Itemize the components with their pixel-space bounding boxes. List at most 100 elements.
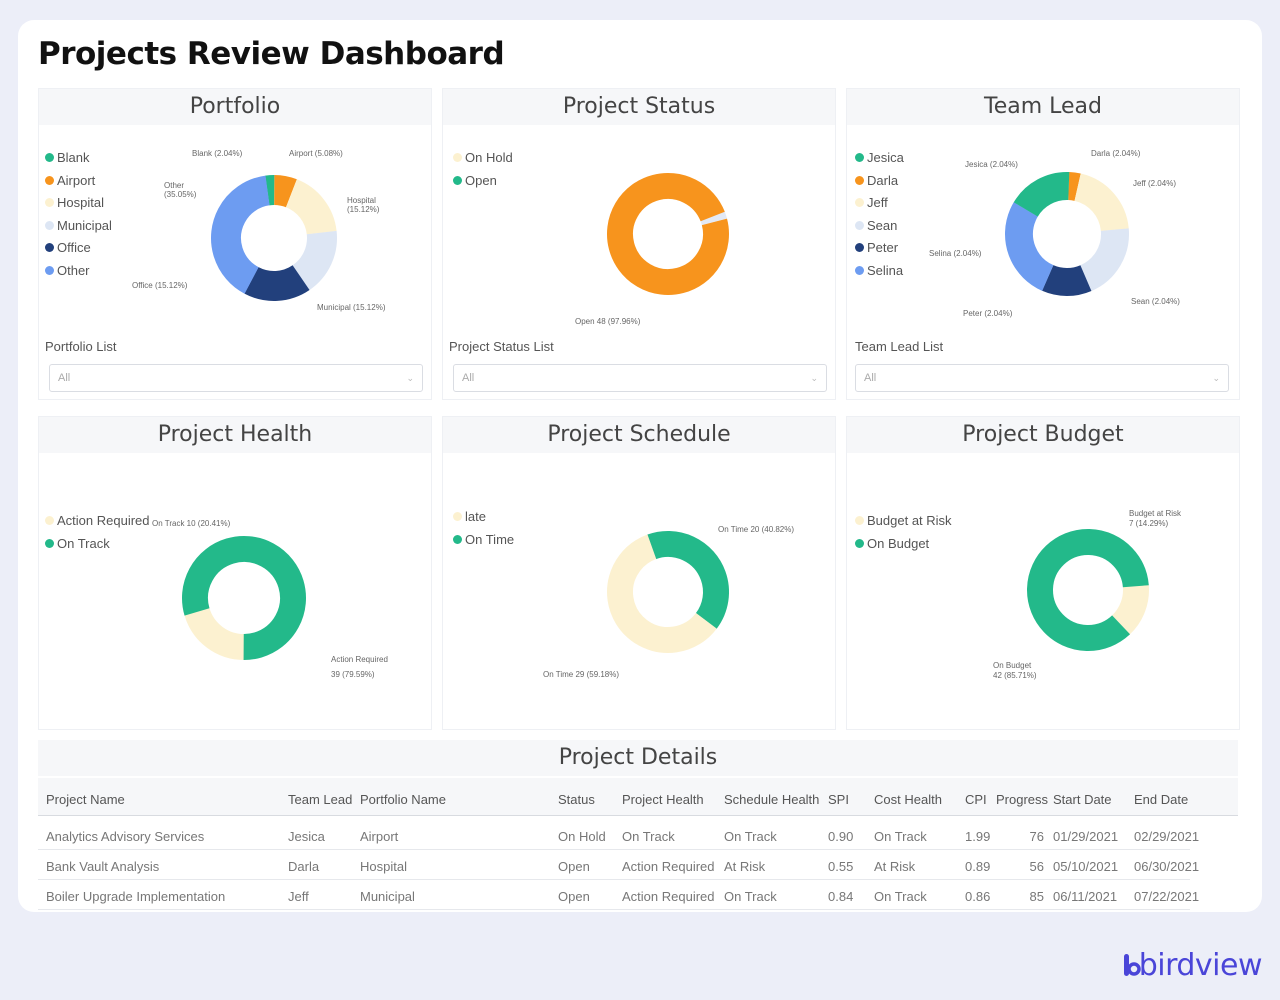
legend-swatch [855,198,864,207]
project-schedule-donut-chart [607,531,729,653]
legend-item[interactable]: Office [45,237,112,260]
table-cell: On Hold [558,829,606,844]
table-cell: Open [558,859,590,874]
legend-label: Selina [867,262,904,278]
legend-label: Darla [867,172,899,188]
column-header[interactable]: SPI [828,792,849,807]
project-budget-panel: Project Budget Budget at Risk On Budget … [846,416,1240,730]
column-header[interactable]: Progress [996,792,1048,807]
legend-swatch [855,175,864,185]
legend-item[interactable]: Darla [855,170,904,193]
table-cell: Hospital [360,859,407,874]
project-health-donut-chart [181,536,306,661]
chevron-down-icon: ⌄ [1212,373,1220,383]
legend-label: Sean [867,217,898,233]
legend-label: Open [465,172,497,188]
legend-label: Municipal [57,217,112,233]
legend-label: Peter [867,240,899,255]
legend-swatch [453,512,462,521]
column-header[interactable]: Project Health [622,792,704,807]
column-header[interactable]: Cost Health [874,792,942,807]
status-list-label: Project Status List [449,339,554,354]
table-cell: On Track [622,829,675,844]
portfolio-list-select[interactable]: All ⌄ [49,364,423,392]
column-header[interactable]: Portfolio Name [360,792,446,807]
legend-item[interactable]: Open [453,170,513,193]
column-header[interactable]: Team Lead [288,792,352,807]
teamlead-list-select[interactable]: All ⌄ [855,364,1229,392]
legend-item[interactable]: Selina [855,260,904,283]
legend-item[interactable]: Blank [45,147,112,170]
select-value: All [462,372,475,384]
project-status-title: Project Status [443,89,835,125]
legend-item[interactable]: Airport [45,170,112,193]
slice-label-on-budget-count: 42 (85.71%) [993,671,1037,680]
slice-label-jeff: Jeff (2.04%) [1133,179,1176,188]
column-header[interactable]: End Date [1134,792,1188,807]
legend-item[interactable]: On Track [45,533,150,556]
status-legend: On Hold Open [453,147,513,192]
dashboard-title: Projects Review Dashboard [38,36,505,72]
legend-label: On Hold [465,150,513,165]
slice-label-action-required-count: 39 (79.59%) [331,670,375,679]
legend-item[interactable]: Action Required [45,510,150,533]
legend-item[interactable]: On Hold [453,147,513,170]
legend-item[interactable]: late [453,506,514,529]
table-row[interactable]: Bank Vault Analysis Darla Hospital Open Acti… [38,850,1199,880]
legend-label: Action Required [57,513,150,528]
slice-label-on-time-top: On Time 20 (40.82%) [718,525,795,534]
table-cell: 02/29/2021 [1134,829,1200,844]
slice-label-sean: Sean (2.04%) [1131,297,1180,306]
table-row[interactable]: Boiler Upgrade Implementation Jeff Municip… [38,880,1199,910]
donut-slice-open[interactable] [607,173,729,295]
column-header[interactable]: Start Date [1053,792,1112,807]
column-header[interactable]: Project Name [46,792,125,807]
legend-label: Other [57,262,90,278]
status-list-select[interactable]: All ⌄ [453,364,827,392]
legend-item[interactable]: Jeff [855,192,904,215]
legend-item[interactable]: Peter [855,237,904,260]
project-status-donut-chart [607,173,729,295]
legend-label: late [465,509,486,524]
legend-label: Hospital [57,195,104,210]
slice-label-on-budget: On Budget [993,661,1032,670]
legend-item[interactable]: On Time [453,529,514,552]
table-cell: 0.90 [828,829,854,844]
legend-item[interactable]: Sean [855,215,904,238]
team-lead-panel: Team Lead Jesica Darla Jeff Sean Peter S… [846,88,1240,400]
legend-swatch [45,175,54,185]
table-cell: 05/10/2021 [1053,859,1119,874]
column-header[interactable]: Schedule Health [724,792,819,807]
slice-label-peter: Peter (2.04%) [963,309,1013,318]
slice-label-action-required: Action Required [331,655,388,664]
table-cell: 06/30/2021 [1134,859,1200,874]
portfolio-list-label: Portfolio List [45,339,117,354]
legend-swatch [453,153,462,162]
legend-item[interactable]: On Budget [855,533,952,556]
legend-item[interactable]: Hospital [45,192,112,215]
table-cell: 85 [1029,889,1044,904]
legend-label: On Track [57,535,110,551]
legend-item[interactable]: Jesica [855,147,904,170]
legend-label: Office [57,240,91,255]
slice-label-jesica: Jesica (2.04%) [965,160,1018,169]
legend-label: Jeff [867,195,888,210]
table-cell: Action Required [622,859,715,874]
table-cell: On Track [724,829,777,844]
slice-label-budget-at-risk-count: 7 (14.29%) [1129,519,1169,528]
column-header[interactable]: CPI [965,792,987,807]
table-cell: 07/22/2021 [1134,889,1200,904]
slice-label-open: Open 48 (97.96%) [575,317,641,326]
team-lead-title: Team Lead [847,89,1239,125]
table-row[interactable]: Analytics Advisory Services Jesica Airport… [38,820,1199,850]
legend-item[interactable]: Other [45,260,112,283]
table-cell: 1.99 [965,829,991,844]
select-value: All [864,372,877,384]
column-header[interactable]: Status [558,792,595,807]
select-value: All [58,372,71,384]
health-legend: Action Required On Track [45,510,150,555]
table-cell: 0.86 [965,889,991,904]
slice-label-municipal: Municipal (15.12%) [317,303,386,312]
legend-item[interactable]: Municipal [45,215,112,238]
legend-item[interactable]: Budget at Risk [855,510,952,533]
